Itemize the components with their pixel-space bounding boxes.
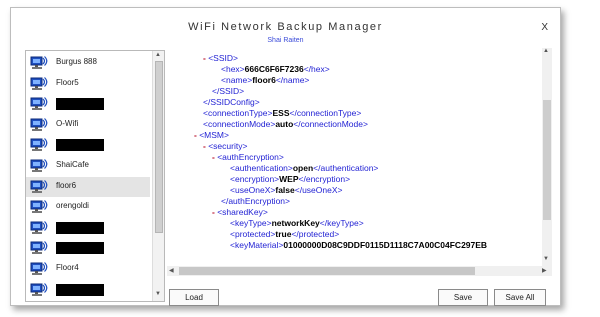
xml-line: <keyType>networkKey</keyType> bbox=[230, 218, 364, 228]
xml-line: <authentication>open</authentication> bbox=[230, 163, 379, 173]
network-name: Burgus 888 bbox=[56, 57, 97, 66]
network-list-item[interactable]: Floor5 bbox=[26, 74, 150, 94]
wifi-network-icon bbox=[30, 179, 48, 195]
redacted-network-name bbox=[56, 139, 104, 152]
wifi-network-icon bbox=[30, 220, 48, 236]
wifi-network-icon bbox=[30, 199, 48, 215]
xml-line: <connectionMode>auto</connectionMode> bbox=[203, 119, 368, 129]
scroll-up-icon[interactable]: ▲ bbox=[155, 52, 161, 58]
xml-horizontal-scrollbar[interactable]: ◀ ▶ bbox=[167, 266, 552, 276]
network-list-item[interactable] bbox=[26, 218, 150, 238]
wifi-network-icon bbox=[30, 261, 48, 277]
network-list-item[interactable]: Floor4 bbox=[26, 259, 150, 279]
xml-vertical-scrollbar[interactable]: ▲ ▼ bbox=[542, 48, 552, 266]
network-name: floor6 bbox=[56, 180, 77, 190]
window-title: WiFi Network Backup Manager bbox=[188, 21, 383, 33]
network-list-item[interactable]: floor6 bbox=[26, 176, 150, 197]
xml-line: <name>floor6</name> bbox=[221, 75, 310, 85]
scroll-thumb[interactable] bbox=[155, 61, 163, 233]
wifi-network-icon bbox=[30, 137, 48, 153]
network-list-item[interactable]: ShaiCafe bbox=[26, 156, 150, 176]
xml-line: <hex>666C6F6F7236</hex> bbox=[221, 64, 330, 74]
xml-line: </SSID> bbox=[212, 86, 245, 96]
xml-profile-view[interactable]: - <SSID> <hex>666C6F6F7236</hex> <name>f… bbox=[167, 50, 553, 278]
xml-line: - <authEncryption> bbox=[212, 152, 284, 162]
xml-line: </authEncryption> bbox=[221, 196, 290, 206]
scroll-left-icon[interactable]: ◀ bbox=[169, 267, 174, 274]
save-button[interactable]: Save bbox=[438, 289, 488, 306]
xml-line: <useOneX>false</useOneX> bbox=[230, 185, 343, 195]
wifi-network-icon bbox=[30, 117, 48, 133]
scroll-up-icon[interactable]: ▲ bbox=[543, 48, 549, 54]
scroll-right-icon[interactable]: ▶ bbox=[542, 267, 547, 274]
network-name: orengoldi bbox=[56, 201, 89, 211]
xml-line: - <MSM> bbox=[194, 130, 229, 140]
xml-line: <encryption>WEP</encryption> bbox=[230, 174, 351, 184]
redacted-network-name bbox=[56, 283, 104, 296]
save-all-button[interactable]: Save All bbox=[494, 289, 546, 306]
network-list-item[interactable] bbox=[26, 238, 150, 258]
network-name: Floor4 bbox=[56, 263, 79, 272]
xml-line: - <sharedKey> bbox=[212, 207, 268, 217]
scroll-thumb[interactable] bbox=[543, 100, 551, 220]
redacted-network-name bbox=[56, 242, 104, 255]
xml-line: <connectionType>ESS</connectionType> bbox=[203, 108, 362, 118]
xml-line: <keyMaterial>01000000D08C9DDF0115D1118C7… bbox=[230, 240, 488, 250]
redacted-network-name bbox=[56, 98, 104, 111]
network-list-item[interactable] bbox=[26, 94, 150, 114]
wifi-network-icon bbox=[30, 282, 48, 298]
network-list-item[interactable]: orengoldi bbox=[26, 197, 150, 217]
wifi-network-icon bbox=[30, 55, 48, 71]
network-name: O-Wifi bbox=[56, 118, 79, 128]
wifi-network-icon bbox=[30, 240, 48, 256]
load-button[interactable]: Load bbox=[169, 289, 219, 306]
scroll-down-icon[interactable]: ▼ bbox=[543, 256, 549, 262]
xml-line: - <SSID> bbox=[203, 53, 238, 63]
app-window: WiFi Network Backup Manager Shai Raiten … bbox=[10, 7, 561, 306]
wifi-network-icon bbox=[30, 76, 48, 92]
xml-line: </SSIDConfig> bbox=[203, 97, 260, 107]
network-list[interactable]: Burgus 888 Floor5 O-Wifi ShaiCafe floor6 oren… bbox=[25, 50, 165, 302]
window-subtitle: Shai Raiten bbox=[267, 37, 304, 44]
redacted-network-name bbox=[56, 221, 104, 234]
network-name: Floor5 bbox=[56, 77, 79, 87]
scroll-down-icon[interactable]: ▼ bbox=[155, 291, 161, 297]
xml-line: <protected>true</protected> bbox=[230, 229, 340, 239]
scroll-thumb[interactable] bbox=[179, 267, 475, 275]
wifi-network-icon bbox=[30, 158, 48, 174]
wifi-network-icon bbox=[30, 96, 48, 112]
network-list-item[interactable]: O-Wifi bbox=[26, 115, 150, 135]
network-list-item[interactable] bbox=[26, 280, 150, 300]
network-name: ShaiCafe bbox=[56, 160, 89, 169]
network-list-scrollbar[interactable]: ▲ ▼ bbox=[152, 51, 164, 301]
close-button[interactable]: X bbox=[541, 22, 548, 33]
xml-line: - <security> bbox=[203, 141, 248, 151]
network-list-item[interactable] bbox=[26, 135, 150, 155]
network-list-item[interactable]: Burgus 888 bbox=[26, 53, 150, 73]
